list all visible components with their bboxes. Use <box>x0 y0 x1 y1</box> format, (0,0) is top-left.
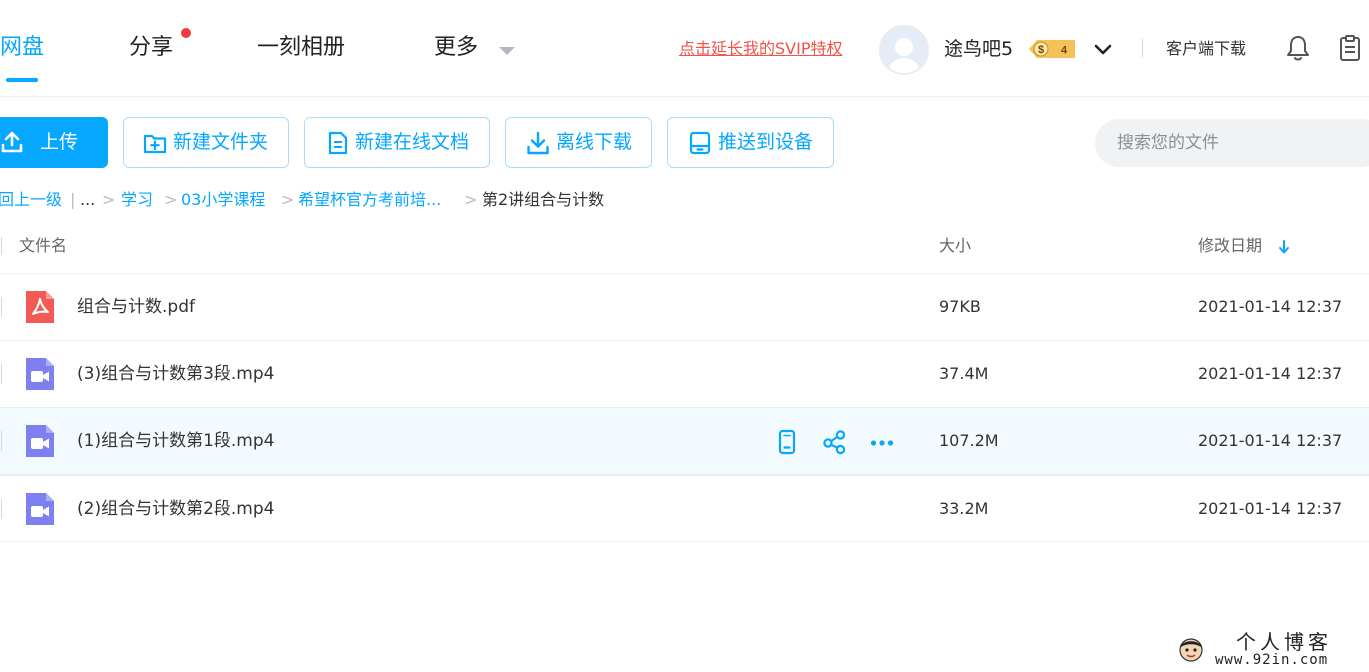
tab-album[interactable]: 一刻相册 <box>257 33 345 63</box>
column-header-name[interactable]: 文件名 <box>19 234 67 258</box>
client-download-link[interactable]: 客户端下载 <box>1166 38 1246 60</box>
table-bottom-border <box>0 541 1369 542</box>
new-folder-label: 新建文件夹 <box>173 131 269 153</box>
bell-icon[interactable] <box>1285 34 1311 62</box>
column-header-size[interactable]: 大小 <box>939 234 971 258</box>
table-row[interactable]: (3)组合与计数第3段.mp4 37.4M 2021-01-14 12:37 <box>0 340 1369 407</box>
file-size: 97KB <box>939 297 981 316</box>
push-to-device-button[interactable]: 推送到设备 <box>667 117 834 168</box>
push-to-device-label: 推送到设备 <box>718 131 814 153</box>
divider <box>1142 39 1143 57</box>
video-file-icon <box>26 358 54 390</box>
document-icon <box>328 131 348 155</box>
file-size: 37.4M <box>939 364 989 383</box>
breadcrumb-item-hope-cup[interactable]: 希望杯官方考前培... <box>298 188 441 212</box>
row-checkbox[interactable] <box>0 364 2 384</box>
upload-label: 上传 <box>40 131 79 153</box>
file-name[interactable]: (3)组合与计数第3段.mp4 <box>77 361 274 387</box>
avatar-silhouette-icon <box>887 38 921 73</box>
chevron-down-icon[interactable] <box>1092 38 1114 60</box>
offline-download-button[interactable]: 离线下载 <box>505 117 652 168</box>
vip-level: 4 <box>1061 45 1068 57</box>
vip-badge-icon: $ 4 <box>1029 40 1075 58</box>
watermark-url: www.92in.com <box>1215 652 1329 668</box>
more-icon[interactable] <box>869 429 895 455</box>
notification-dot <box>181 28 191 38</box>
file-name[interactable]: (2)组合与计数第2段.mp4 <box>77 496 274 522</box>
top-nav: 网盘 分享 一刻相册 更多 点击延长我的SVIP特权 途鸟吧5 $ 4 客户端下… <box>0 0 1369 97</box>
table-row[interactable]: 组合与计数.pdf 97KB 2021-01-14 12:37 <box>0 273 1369 340</box>
file-size: 107.2M <box>939 431 999 450</box>
file-name[interactable]: 组合与计数.pdf <box>77 294 195 320</box>
breadcrumb-separator: > <box>164 190 178 209</box>
share-icon[interactable] <box>822 429 848 455</box>
tab-netdisk[interactable]: 网盘 <box>0 33 44 63</box>
file-date: 2021-01-14 12:37 <box>1198 431 1343 450</box>
row-checkbox[interactable] <box>0 297 2 317</box>
row-checkbox[interactable] <box>0 499 2 519</box>
upload-button[interactable]: 上传 <box>0 117 108 168</box>
active-tab-indicator <box>6 78 38 82</box>
clipboard-icon[interactable] <box>1338 34 1362 62</box>
file-date: 2021-01-14 12:37 <box>1198 297 1343 316</box>
new-online-doc-label: 新建在线文档 <box>355 131 470 153</box>
breadcrumb-item-study[interactable]: 学习 <box>121 188 153 212</box>
svip-renew-link[interactable]: 点击延长我的SVIP特权 <box>679 38 842 60</box>
upload-icon <box>1 131 23 153</box>
tab-share[interactable]: 分享 <box>129 33 173 63</box>
file-name[interactable]: (1)组合与计数第1段.mp4 <box>77 428 274 454</box>
download-icon <box>527 131 549 155</box>
breadcrumb-divider: | <box>70 190 76 209</box>
caret-down-icon[interactable] <box>499 47 515 55</box>
video-file-icon <box>26 425 54 457</box>
new-folder-icon <box>143 134 167 154</box>
watermark-logo-icon <box>1179 638 1203 662</box>
file-date: 2021-01-14 12:37 <box>1198 364 1343 383</box>
sort-desc-icon[interactable] <box>1278 239 1290 255</box>
column-header-date[interactable]: 修改日期 <box>1198 234 1262 258</box>
tab-more[interactable]: 更多 <box>434 33 478 63</box>
vip-badge-symbol: $ <box>1038 44 1044 56</box>
row-checkbox[interactable] <box>0 431 2 451</box>
pdf-file-icon <box>26 291 54 323</box>
user-avatar[interactable] <box>879 25 929 75</box>
breadcrumb-item-primary-course[interactable]: 03小学课程 <box>181 188 265 212</box>
breadcrumb-ellipsis[interactable]: ... <box>80 188 95 212</box>
search-input[interactable] <box>1095 119 1369 167</box>
breadcrumb-back[interactable]: 回上一级 <box>0 188 62 212</box>
new-folder-button[interactable]: 新建文件夹 <box>123 117 289 168</box>
breadcrumb-current: 第2讲组合与计数 <box>482 190 605 209</box>
username[interactable]: 途鸟吧5 <box>944 35 1013 63</box>
breadcrumb-separator: > <box>281 190 295 209</box>
select-all-checkbox[interactable] <box>0 237 2 255</box>
file-date: 2021-01-14 12:37 <box>1198 499 1343 518</box>
watermark-title: 个人博客 <box>1236 630 1332 654</box>
device-icon <box>689 131 711 155</box>
offline-download-label: 离线下载 <box>556 131 633 153</box>
table-row[interactable]: (2)组合与计数第2段.mp4 33.2M 2021-01-14 12:37 <box>0 475 1369 542</box>
breadcrumb-separator: > <box>464 190 478 209</box>
new-online-doc-button[interactable]: 新建在线文档 <box>304 117 490 168</box>
file-size: 33.2M <box>939 499 989 518</box>
push-to-device-icon[interactable] <box>774 429 800 455</box>
table-row-hovered[interactable]: (1)组合与计数第1段.mp4 107.2M 2021-01-14 12:37 <box>0 407 1369 475</box>
breadcrumb-separator: > <box>102 190 116 209</box>
video-file-icon <box>26 493 54 525</box>
